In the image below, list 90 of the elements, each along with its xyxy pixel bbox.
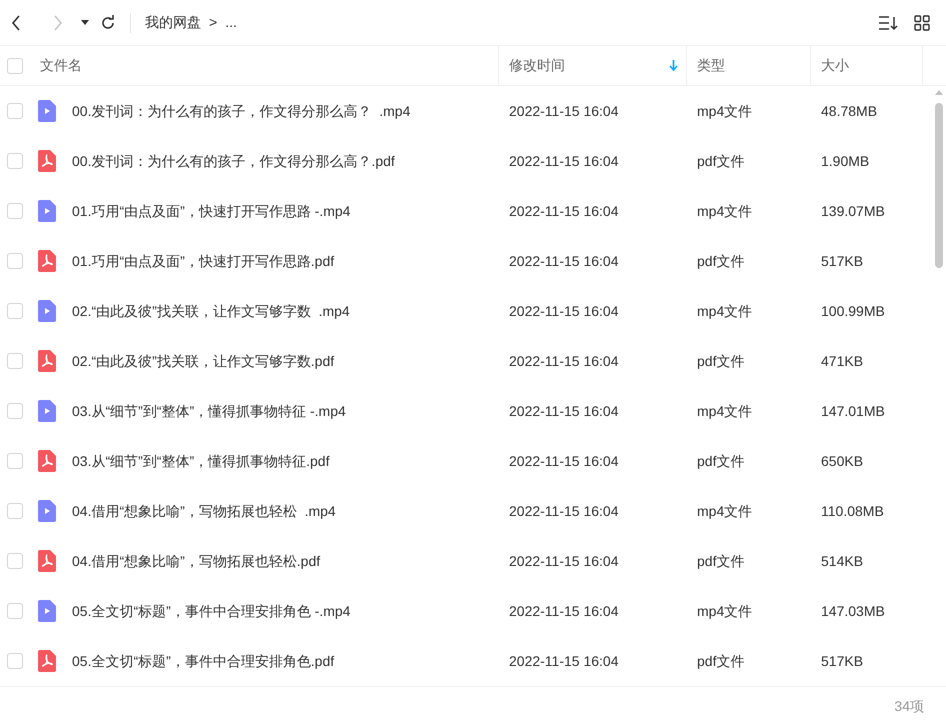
table-cell-text: 2022-11-15 16:04	[508, 502, 620, 520]
video-file-icon	[38, 500, 56, 522]
file-name[interactable]: 00.发刊词：为什么有的孩子，作文得分那么高？.pdf	[72, 150, 395, 172]
table-cell-text: 2022-11-15 16:04	[508, 302, 620, 320]
pdf-file-icon	[38, 150, 56, 172]
checkbox[interactable]	[7, 103, 23, 119]
column-header[interactable]: 修改时间	[498, 46, 686, 85]
file-name[interactable]: 03.从“细节”到“整体”，懂得抓事物特征 -.mp4	[72, 400, 346, 422]
checkbox[interactable]	[7, 453, 23, 469]
checkbox[interactable]	[7, 153, 23, 169]
table-cell-text: 147.01MB	[820, 402, 886, 420]
table-cell-text: 2022-11-15 16:04	[508, 452, 620, 470]
table-cell-text: 2022-11-15 16:04	[508, 602, 620, 620]
sort-arrow-icon	[669, 60, 678, 71]
checkbox[interactable]	[7, 503, 23, 519]
video-file-icon	[38, 600, 56, 622]
pdf-file-icon	[38, 550, 56, 572]
video-file-icon	[38, 300, 56, 322]
table-cell-text: 2022-11-15 16:04	[508, 152, 620, 170]
pdf-file-icon	[38, 250, 56, 272]
refresh-icon	[100, 14, 116, 30]
table-cell-text: 517KB	[820, 252, 864, 270]
table-cell-text: mp4文件	[696, 502, 754, 521]
pdf-file-icon	[38, 650, 56, 672]
file-name[interactable]: 03.从“细节”到“整体”，懂得抓事物特征.pdf	[72, 450, 330, 472]
table-cell-text: 2022-11-15 16:04	[508, 552, 620, 570]
grid-icon	[914, 14, 930, 30]
table-cell-text: 2022-11-15 16:04	[508, 252, 620, 270]
pdf-file-icon	[38, 350, 56, 372]
table-cell-text: 100.99MB	[820, 302, 886, 320]
table-cell-text: pdf文件	[696, 652, 746, 671]
table-cell-text: 2022-11-15 16:04	[508, 402, 620, 420]
breadcrumb-link[interactable]: 我的网盘	[145, 12, 201, 33]
video-file-icon	[38, 400, 56, 422]
video-file-icon	[38, 200, 56, 222]
file-name[interactable]: 02.“由此及彼”找关联，让作文写够字数 .mp4	[72, 300, 350, 322]
table-cell-text: 48.78MB	[820, 102, 878, 120]
column-header[interactable]: 文件名	[30, 46, 498, 85]
file-name[interactable]: 04.借用“想象比喻”，写物拓展也轻松.pdf	[72, 550, 320, 572]
breadcrumb-separator: >	[209, 13, 218, 32]
table-cell-text: mp4文件	[696, 202, 754, 221]
table-cell-text: 2022-11-15 16:04	[508, 652, 620, 670]
table-cell-text: 517KB	[820, 652, 864, 670]
table-cell-text: pdf文件	[696, 352, 746, 371]
table-cell-text: pdf文件	[696, 452, 746, 471]
checkbox[interactable]	[7, 303, 23, 319]
file-name[interactable]: 02.“由此及彼”找关联，让作文写够字数.pdf	[72, 350, 334, 372]
checkbox[interactable]	[7, 403, 23, 419]
file-name[interactable]: 05.全文切“标题”，事件中合理安排角色.pdf	[72, 650, 334, 672]
file-name[interactable]: 01.巧用“由点及面”，快速打开写作思路.pdf	[72, 250, 334, 272]
caret-icon	[81, 20, 89, 25]
table-cell-text: 650KB	[820, 452, 864, 470]
table-cell-text: pdf文件	[696, 252, 746, 271]
checkbox[interactable]	[7, 253, 23, 269]
sort-icon	[878, 14, 898, 30]
table-cell-text: 110.08MB	[820, 502, 885, 520]
table-cell-text: 147.03MB	[820, 602, 886, 620]
breadcrumb-more[interactable]: ...	[225, 12, 237, 33]
video-file-icon	[38, 100, 56, 122]
file-name[interactable]: 05.全文切“标题”，事件中合理安排角色 -.mp4	[72, 600, 350, 622]
table-cell-text: mp4文件	[696, 602, 754, 621]
table-cell-text: 471KB	[820, 352, 864, 370]
checkbox[interactable]	[7, 58, 23, 74]
table-cell-text: pdf文件	[696, 552, 746, 571]
column-header[interactable]: 大小	[810, 46, 922, 85]
file-name[interactable]: 01.巧用“由点及面”，快速打开写作思路 -.mp4	[72, 200, 350, 222]
checkbox[interactable]	[7, 603, 23, 619]
chevron-left-icon	[11, 14, 21, 30]
checkbox[interactable]	[7, 553, 23, 569]
pdf-file-icon	[38, 450, 56, 472]
table-cell-text: 2022-11-15 16:04	[508, 102, 620, 120]
checkbox[interactable]	[7, 353, 23, 369]
scrollbar-thumb[interactable]	[935, 103, 943, 268]
table-cell-text: mp4文件	[696, 402, 754, 421]
table-cell-text: 2022-11-15 16:04	[508, 352, 620, 370]
table-cell-text: mp4文件	[696, 302, 754, 321]
table-cell-text: 514KB	[820, 552, 864, 570]
checkbox[interactable]	[7, 203, 23, 219]
file-name[interactable]: 00.发刊词：为什么有的孩子，作文得分那么高？ .mp4	[72, 100, 410, 122]
table-cell-text: mp4文件	[696, 102, 754, 121]
scroll-up-arrow-icon[interactable]	[935, 90, 943, 95]
table-cell-text: 139.07MB	[820, 202, 886, 220]
file-name[interactable]: 04.借用“想象比喻”，写物拓展也轻松 .mp4	[72, 500, 336, 522]
item-count: 34项	[894, 696, 924, 716]
table-cell-text: 2022-11-15 16:04	[508, 202, 620, 220]
chevron-right-icon	[53, 14, 63, 30]
table-cell-text: pdf文件	[696, 152, 746, 171]
column-header[interactable]: 类型	[686, 46, 810, 85]
table-cell-text: 1.90MB	[820, 152, 870, 170]
checkbox[interactable]	[7, 653, 23, 669]
